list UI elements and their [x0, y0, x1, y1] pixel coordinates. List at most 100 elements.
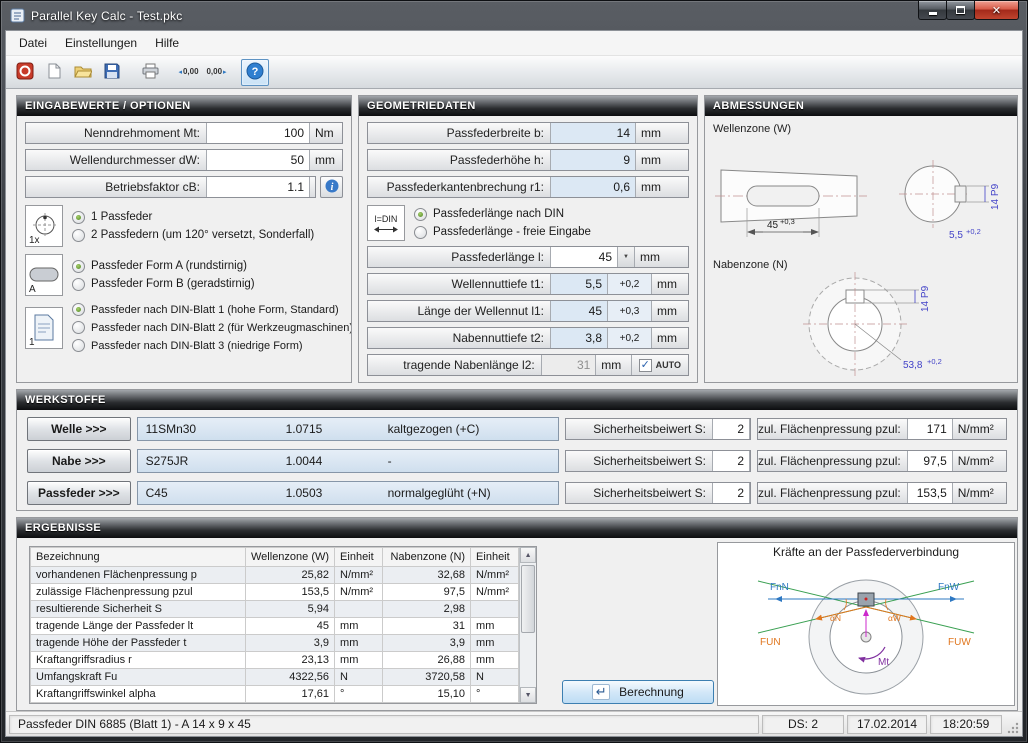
decimal-decrease-button[interactable]: 0,00▸ — [203, 59, 231, 86]
option-two-keys[interactable]: 2 Passfedern (um 120° versetzt, Sonderfa… — [72, 229, 314, 242]
key-length-label: Passfederlänge l: — [368, 247, 550, 267]
dimensions-drawing: Wellenzone (W) 45 +0,3 — [705, 116, 1015, 378]
radio-icon — [72, 260, 85, 273]
radio-icon — [72, 339, 85, 352]
info-icon: i — [325, 179, 339, 196]
option-length-din[interactable]: Passfederlänge nach DIN — [414, 208, 591, 221]
help-icon: ? — [246, 62, 264, 83]
option-length-free[interactable]: Passfederlänge - freie Eingabe — [414, 226, 591, 239]
menu-bar: Datei Einstellungen Hilfe — [6, 31, 1022, 56]
close-button[interactable]: ✕ — [974, 1, 1019, 20]
decimal-text: 0,00 — [183, 68, 199, 76]
results-table: Bezeichnung Wellenzone (W) Einheit Naben… — [29, 546, 537, 704]
option-form-b[interactable]: Passfeder Form B (geradstirnig) — [72, 278, 255, 291]
menu-einstellungen[interactable]: Einstellungen — [56, 32, 146, 54]
help-button[interactable]: ? — [241, 59, 269, 86]
passfeder-safety-input[interactable]: 2 — [712, 483, 750, 503]
scroll-track — [520, 563, 536, 687]
scroll-thumb[interactable] — [521, 565, 535, 633]
auto-checkbox[interactable] — [639, 359, 652, 372]
scroll-up-button[interactable]: ▲ — [520, 547, 536, 563]
open-file-button[interactable] — [69, 59, 97, 86]
status-summary: Passfeder DIN 6885 (Blatt 1) - A 14 x 9 … — [9, 715, 759, 734]
key-height-value[interactable]: 9 — [550, 150, 636, 170]
svg-text:αN: αN — [830, 613, 841, 623]
maximize-button[interactable] — [946, 1, 975, 20]
service-factor-input[interactable]: 1.1 — [206, 177, 310, 197]
shaft-groove-length-field: Länge der Wellennut l1: 45 +0,3 mm — [367, 300, 689, 322]
menu-datei[interactable]: Datei — [10, 32, 56, 54]
hub-groove-depth-value[interactable]: 3,8 — [550, 328, 608, 348]
status-ds: DS: 2 — [762, 715, 844, 734]
berechnung-button[interactable]: ↵ Berechnung — [562, 680, 714, 704]
option-one-key[interactable]: 1 Passfeder — [72, 211, 314, 224]
material-number: 1.0044 — [286, 454, 388, 468]
material-name: C45 — [138, 486, 286, 500]
option-din-sheet-1[interactable]: Passfeder nach DIN-Blatt 1 (hohe Form, S… — [72, 303, 351, 316]
key-length-mode-group: l=DIN Passfederlänge nach DIN Passfederl… — [367, 205, 689, 241]
passfeder-material-field: C45 1.0503 normalgeglüht (+N) — [137, 481, 559, 505]
decimal-increase-button[interactable]: ◂0,00 — [174, 59, 202, 86]
key-length-dropdown[interactable]: ▼ — [618, 247, 635, 267]
main-area: EINGABEWERTE / OPTIONEN Nenndrehmoment M… — [6, 89, 1022, 711]
hub-groove-depth-field: Nabennuttiefe t2: 3,8 +0,2 mm — [367, 327, 689, 349]
key-width-unit: mm — [636, 123, 688, 143]
material-treatment: normalgeglüht (+N) — [388, 486, 558, 500]
new-document-button[interactable] — [40, 59, 68, 86]
torque-unit: Nm — [310, 123, 342, 143]
resize-grip[interactable] — [1005, 715, 1019, 734]
hub-groove-depth-label: Nabennuttiefe t2: — [368, 328, 550, 348]
inputs-panel: EINGABEWERTE / OPTIONEN Nenndrehmoment M… — [16, 95, 352, 383]
scroll-down-button[interactable]: ▼ — [520, 687, 536, 703]
col-einheit-w: Einheit — [335, 548, 383, 567]
key-length-unit: mm — [635, 247, 688, 267]
svg-text:14 P9: 14 P9 — [920, 285, 931, 312]
minimize-button[interactable] — [918, 1, 947, 20]
key-material-row: Passfeder >>> C45 1.0503 normalgeglüht (… — [27, 481, 1007, 505]
option-din-sheet-3[interactable]: Passfeder nach DIN-Blatt 3 (niedrige For… — [72, 339, 351, 352]
radio-icon — [72, 229, 85, 242]
key-chamfer-value[interactable]: 0,6 — [550, 177, 636, 197]
save-icon — [104, 63, 120, 82]
pressure-unit: N/mm² — [953, 483, 1006, 503]
shaft-groove-depth-value[interactable]: 5,5 — [550, 274, 608, 294]
nabe-safety-input[interactable]: 2 — [712, 451, 750, 471]
shaft-groove-length-label: Länge der Wellennut l1: — [368, 301, 550, 321]
double-arrow-icon — [372, 225, 400, 234]
shaft-drawing: 45 +0,3 — [715, 170, 867, 237]
svg-text:FUN: FUN — [760, 637, 781, 648]
svg-text:5,5: 5,5 — [949, 230, 963, 241]
save-button[interactable] — [98, 59, 126, 86]
shaft-groove-length-value[interactable]: 45 — [550, 301, 608, 321]
material-name: 11SMn30 — [138, 422, 286, 436]
welle-safety-input[interactable]: 2 — [712, 419, 750, 439]
shaft-diameter-input[interactable]: 50 — [206, 150, 310, 170]
auto-label: AUTO — [656, 360, 681, 370]
radio-icon — [414, 226, 427, 239]
key-length-icon: l=DIN — [367, 205, 405, 241]
key-width-value[interactable]: 14 — [550, 123, 636, 143]
key-length-value[interactable]: 45 — [550, 247, 618, 267]
app-icon — [10, 8, 25, 23]
shaft-groove-depth-label: Wellennuttiefe t1: — [368, 274, 550, 294]
shaft-groove-length-unit: mm — [652, 301, 688, 321]
key-count-caption: 1x — [29, 235, 40, 246]
exit-button[interactable] — [11, 59, 39, 86]
key-form-icon: A — [25, 254, 63, 296]
table-row: resultierende Sicherheit S5,942,98 — [31, 601, 519, 618]
passfeder-button[interactable]: Passfeder >>> — [27, 481, 131, 505]
exit-icon — [16, 62, 34, 83]
option-form-a[interactable]: Passfeder Form A (rundstirnig) — [72, 260, 255, 273]
torque-input[interactable]: 100 — [206, 123, 310, 143]
key-height-field: Passfederhöhe h: 9 mm — [367, 149, 689, 171]
welle-button[interactable]: Welle >>> — [27, 417, 131, 441]
info-button[interactable]: i — [320, 176, 343, 198]
print-button[interactable] — [136, 59, 164, 86]
auto-toggle[interactable]: AUTO — [631, 355, 688, 375]
berechnung-label: Berechnung — [619, 685, 684, 699]
geometry-panel: GEOMETRIEDATEN Passfederbreite b: 14 mm … — [358, 95, 698, 383]
col-bezeichnung: Bezeichnung — [31, 548, 246, 567]
option-din-sheet-2[interactable]: Passfeder nach DIN-Blatt 2 (für Werkzeug… — [72, 321, 351, 334]
nabe-button[interactable]: Nabe >>> — [27, 449, 131, 473]
menu-hilfe[interactable]: Hilfe — [146, 32, 188, 54]
